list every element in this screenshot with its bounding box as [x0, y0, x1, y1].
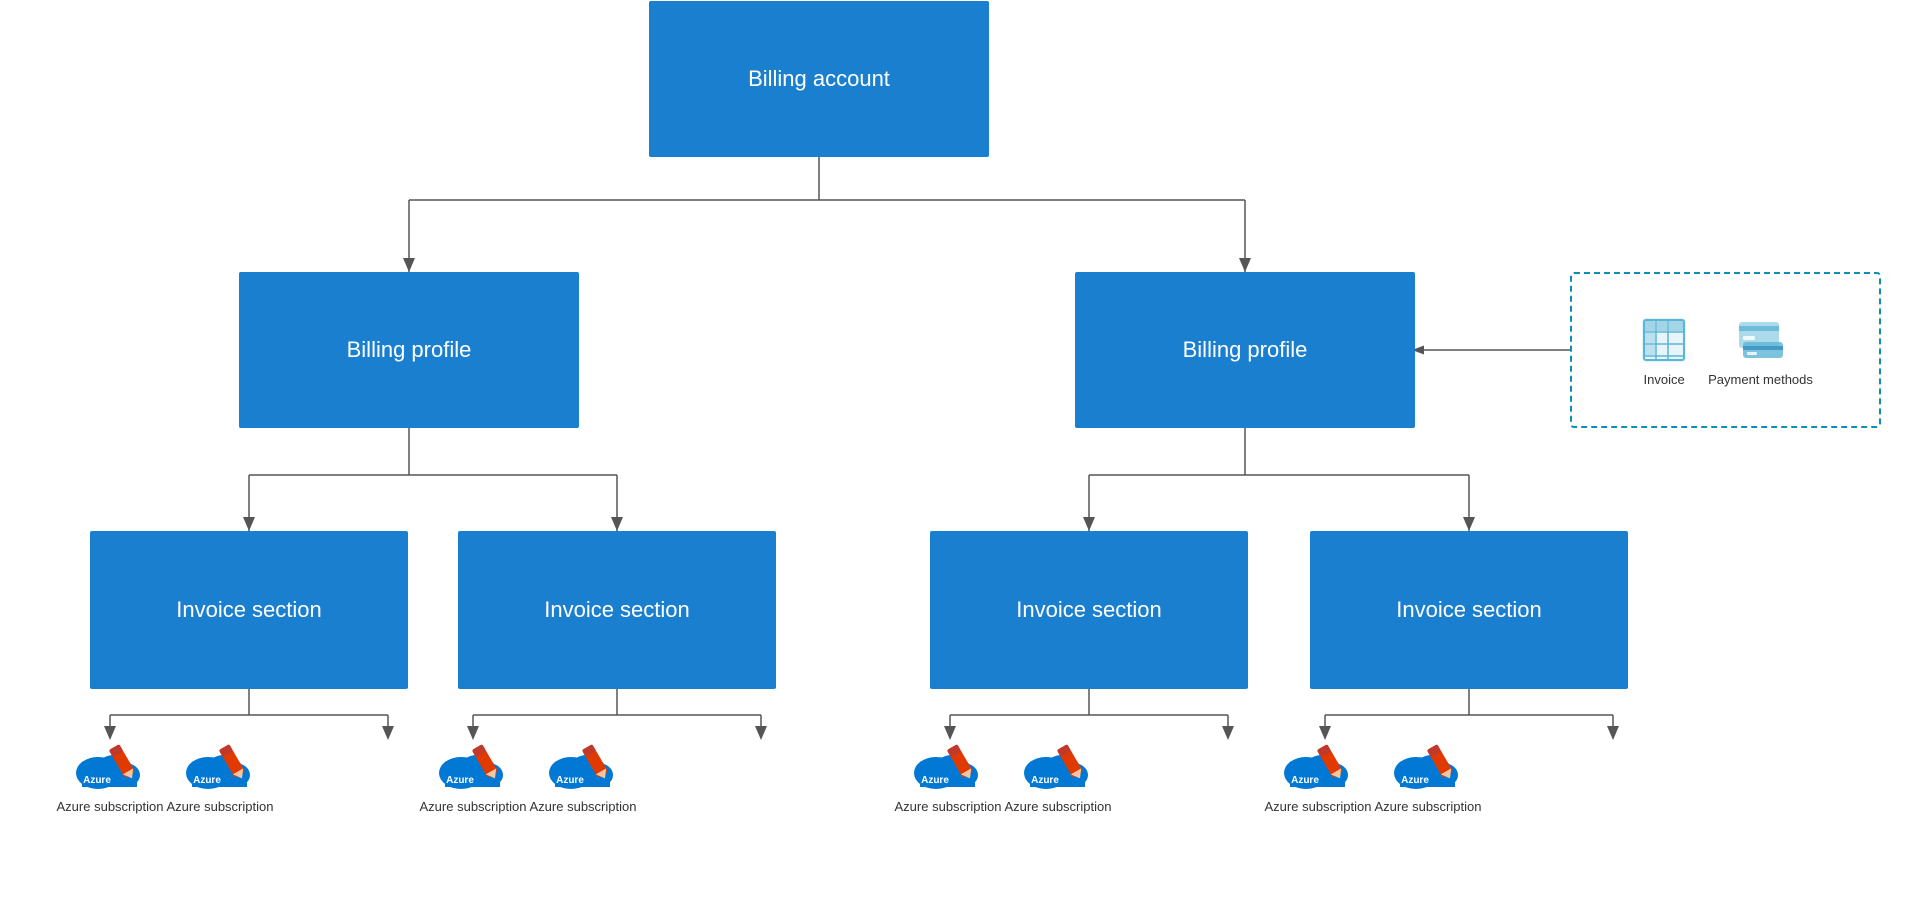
azure-sub-7-label: Azure subscription: [1265, 799, 1372, 814]
azure-sub-1-icon: Azure: [70, 735, 150, 795]
azure-sub-3: Azure Azure subscription: [418, 735, 528, 814]
svg-text:Azure: Azure: [1031, 775, 1059, 786]
azure-sub-2: Azure Azure subscription: [165, 735, 275, 814]
azure-sub-6-icon: Azure: [1018, 735, 1098, 795]
azure-sub-7: Azure Azure subscription: [1263, 735, 1373, 814]
svg-text:Azure: Azure: [83, 775, 111, 786]
payment-methods-item: Payment methods: [1708, 314, 1813, 387]
invoice-label: Invoice: [1644, 372, 1685, 387]
payment-methods-icon: [1735, 314, 1787, 366]
invoice-payment-item: Invoice: [1638, 314, 1690, 387]
azure-sub-1: Azure Azure subscription: [55, 735, 165, 814]
azure-sub-6: Azure Azure subscription: [1003, 735, 1113, 814]
billing-profile-left-node: Billing profile: [239, 272, 579, 428]
azure-sub-4-icon: Azure: [543, 735, 623, 795]
svg-text:Azure: Azure: [193, 775, 221, 786]
diagram: Billing account Billing profile Billing …: [0, 0, 1925, 898]
svg-text:Azure: Azure: [1291, 775, 1319, 786]
azure-sub-3-icon: Azure: [433, 735, 513, 795]
payment-methods-label: Payment methods: [1708, 372, 1813, 387]
azure-sub-3-label: Azure subscription: [420, 799, 527, 814]
svg-text:Azure: Azure: [921, 775, 949, 786]
invoice-section-1-node: Invoice section: [90, 531, 408, 689]
azure-sub-5-icon: Azure: [908, 735, 988, 795]
payment-methods-box: Invoice Payment methods: [1570, 272, 1881, 428]
azure-sub-8-label: Azure subscription: [1375, 799, 1482, 814]
azure-sub-6-label: Azure subscription: [1005, 799, 1112, 814]
azure-sub-5: Azure Azure subscription: [893, 735, 1003, 814]
svg-text:Azure: Azure: [446, 775, 474, 786]
azure-sub-7-icon: Azure: [1278, 735, 1358, 795]
azure-sub-4-label: Azure subscription: [530, 799, 637, 814]
azure-sub-8-icon: Azure: [1388, 735, 1468, 795]
azure-sub-4: Azure Azure subscription: [528, 735, 638, 814]
invoice-section-3-node: Invoice section: [930, 531, 1248, 689]
azure-sub-2-icon: Azure: [180, 735, 260, 795]
svg-text:Azure: Azure: [556, 775, 584, 786]
svg-text:Azure: Azure: [1401, 775, 1429, 786]
billing-account-node: Billing account: [649, 1, 989, 157]
invoice-icon: [1638, 314, 1690, 366]
azure-sub-5-label: Azure subscription: [895, 799, 1002, 814]
invoice-section-4-node: Invoice section: [1310, 531, 1628, 689]
azure-sub-8: Azure Azure subscription: [1373, 735, 1483, 814]
azure-sub-1-label: Azure subscription: [57, 799, 164, 814]
azure-sub-2-label: Azure subscription: [167, 799, 274, 814]
billing-profile-right-node: Billing profile: [1075, 272, 1415, 428]
invoice-section-2-node: Invoice section: [458, 531, 776, 689]
